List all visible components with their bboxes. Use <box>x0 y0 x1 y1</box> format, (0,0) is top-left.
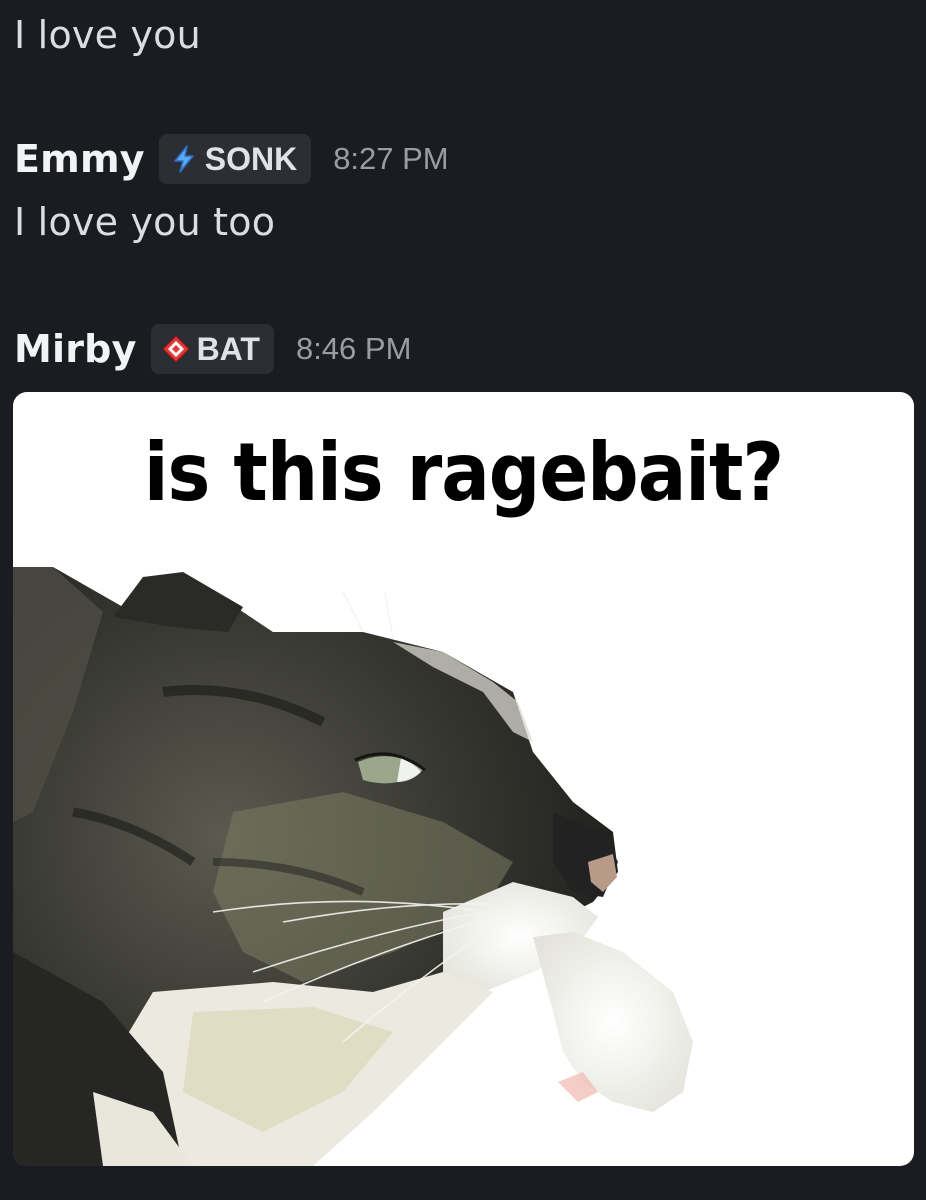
message-text: I love you too <box>14 200 276 244</box>
guild-tag-bat[interactable]: BAT <box>150 324 274 374</box>
lightning-bolt-icon <box>173 145 194 173</box>
timestamp: 8:46 PM <box>295 331 412 366</box>
diamond-target-icon <box>161 335 190 363</box>
timestamp: 8:27 PM <box>333 141 449 176</box>
message-text: I love you <box>14 13 201 57</box>
meme-caption: is this ragebait? <box>143 424 784 520</box>
chat-log: I love you Emmy SONK 8:27 PM I love you … <box>0 0 926 1200</box>
image-attachment[interactable]: is this ragebait? <box>13 392 914 1166</box>
guild-tag-label: SONK <box>204 140 298 177</box>
username-mirby[interactable]: Mirby <box>14 327 137 371</box>
message-header: Mirby BAT 8:46 PM <box>14 323 411 375</box>
message-header: Emmy SONK 8:27 PM <box>14 133 449 185</box>
guild-tag-sonk[interactable]: SONK <box>158 134 312 184</box>
guild-tag-label: BAT <box>196 330 260 367</box>
username-emmy[interactable]: Emmy <box>14 137 145 181</box>
